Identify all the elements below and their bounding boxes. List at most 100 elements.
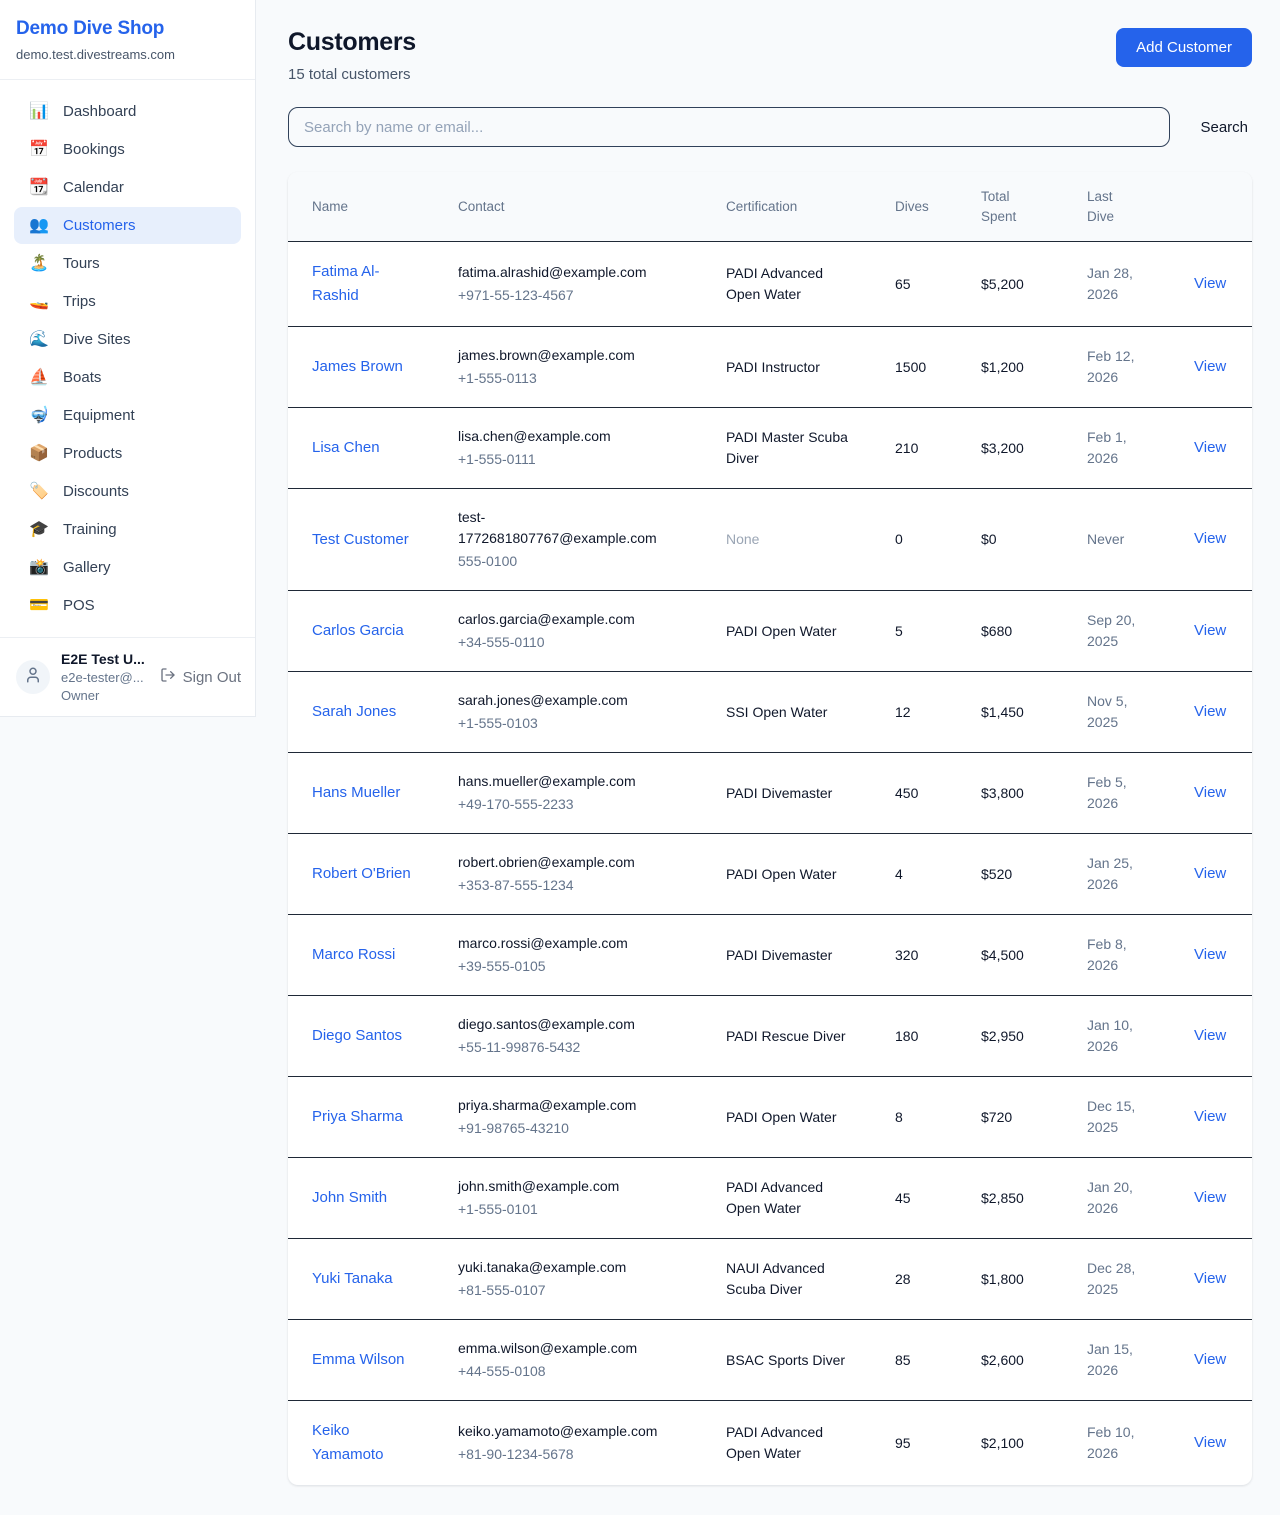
sidebar-item-gallery[interactable]: 📸 Gallery [14,549,241,586]
table-row: Emma Wilson emma.wilson@example.com +44-… [288,1320,1252,1401]
view-customer-link[interactable]: View [1194,622,1226,639]
sidebar-item-products[interactable]: 📦 Products [14,435,241,472]
sidebar-item-bookings[interactable]: 📅 Bookings [14,131,241,168]
customer-name-link[interactable]: Test Customer [312,528,409,552]
customer-total-spent: $2,850 [981,1190,1024,1206]
customers-table-card: NameContactCertificationDivesTotal Spent… [288,172,1252,1485]
sidebar-item-label: Training [63,521,117,538]
view-customer-link[interactable]: View [1194,1434,1226,1451]
customer-dives: 95 [895,1435,911,1451]
customer-dives: 8 [895,1109,903,1125]
customer-name-link[interactable]: Lisa Chen [312,436,380,460]
customer-phone: +1-555-0103 [458,713,702,734]
customer-phone: +971-55-123-4567 [458,285,702,306]
customer-certification: PADI Master Scuba Diver [726,427,848,469]
customer-phone: +55-11-99876-5432 [458,1037,702,1058]
customer-dives: 180 [895,1028,918,1044]
table-row: Hans Mueller hans.mueller@example.com +4… [288,753,1252,834]
sidebar-item-label: Products [63,445,122,462]
customer-email: robert.obrien@example.com [458,852,676,873]
customer-phone: +44-555-0108 [458,1361,702,1382]
sidebar-item-training[interactable]: 🎓 Training [14,511,241,548]
user-name: E2E Test U... [61,651,149,667]
customer-last-dive: Jan 10, 2026 [1087,1015,1145,1057]
view-customer-link[interactable]: View [1194,946,1226,963]
customer-certification: PADI Open Water [726,1107,836,1128]
user-footer: E2E Test U... e2e-tester@... Owner Sign … [0,637,255,716]
customer-phone: +81-555-0107 [458,1280,702,1301]
customer-certification: PADI Advanced Open Water [726,1177,848,1219]
table-row: Sarah Jones sarah.jones@example.com +1-5… [288,672,1252,753]
customer-name-link[interactable]: Sarah Jones [312,700,396,724]
sidebar-item-calendar[interactable]: 📆 Calendar [14,169,241,206]
customer-total-spent: $3,800 [981,785,1024,801]
customer-name-link[interactable]: Diego Santos [312,1024,402,1048]
search-input[interactable] [288,107,1170,147]
customer-last-dive: Never [1087,529,1124,550]
sidebar-nav: 📊 Dashboard 📅 Bookings 📆 Calendar 👥 Cust… [0,79,255,637]
customer-email: james.brown@example.com [458,345,676,366]
customer-name-link[interactable]: Hans Mueller [312,781,400,805]
customer-name-link[interactable]: Robert O'Brien [312,862,411,886]
page-title: Customers [288,28,416,57]
sidebar-item-label: Customers [63,217,136,234]
customer-email: carlos.garcia@example.com [458,609,676,630]
sidebar-item-discounts[interactable]: 🏷️ Discounts [14,473,241,510]
sign-out-button[interactable]: Sign Out [160,667,241,687]
column-header-dives: Dives [895,172,981,242]
customer-last-dive: Nov 5, 2025 [1087,691,1145,733]
customer-name-link[interactable]: Yuki Tanaka [312,1267,393,1291]
sidebar-item-label: Gallery [63,559,111,576]
view-customer-link[interactable]: View [1194,1270,1226,1287]
customer-last-dive: Feb 12, 2026 [1087,346,1145,388]
customer-total-spent: $4,500 [981,947,1024,963]
customer-name-link[interactable]: Carlos Garcia [312,619,404,643]
sidebar-item-dive-sites[interactable]: 🌊 Dive Sites [14,321,241,358]
view-customer-link[interactable]: View [1194,1027,1226,1044]
customer-name-link[interactable]: Keiko Yamamoto [312,1419,412,1467]
sidebar-item-trips[interactable]: 🚤 Trips [14,283,241,320]
view-customer-link[interactable]: View [1194,865,1226,882]
view-customer-link[interactable]: View [1194,784,1226,801]
view-customer-link[interactable]: View [1194,1351,1226,1368]
customer-certification: PADI Advanced Open Water [726,263,848,305]
sidebar-item-customers[interactable]: 👥 Customers [14,207,241,244]
customer-phone: +49-170-555-2233 [458,794,702,815]
table-row: Test Customer test-1772681807767@example… [288,489,1252,591]
sidebar-item-label: Equipment [63,407,135,424]
user-email: e2e-tester@... [61,670,149,685]
column-header-last-dive: Last Dive [1087,172,1194,242]
view-customer-link[interactable]: View [1194,703,1226,720]
training-icon: 🎓 [28,522,50,538]
add-customer-button[interactable]: Add Customer [1116,28,1252,67]
customer-name-link[interactable]: James Brown [312,355,403,379]
sidebar-item-boats[interactable]: ⛵ Boats [14,359,241,396]
customer-name-link[interactable]: Marco Rossi [312,943,395,967]
table-head: NameContactCertificationDivesTotal Spent… [288,172,1252,242]
customer-name-link[interactable]: Emma Wilson [312,1348,405,1372]
table-row: Marco Rossi marco.rossi@example.com +39-… [288,915,1252,996]
sidebar: Demo Dive Shop demo.test.divestreams.com… [0,0,256,717]
sidebar-item-tours[interactable]: 🏝️ Tours [14,245,241,282]
view-customer-link[interactable]: View [1194,1108,1226,1125]
view-customer-link[interactable]: View [1194,1189,1226,1206]
page-header: Customers 15 total customers Add Custome… [288,28,1252,83]
sidebar-item-dashboard[interactable]: 📊 Dashboard [14,93,241,130]
customer-last-dive: Jan 28, 2026 [1087,263,1145,305]
view-customer-link[interactable]: View [1194,275,1226,292]
customer-name-link[interactable]: John Smith [312,1186,387,1210]
sidebar-item-pos[interactable]: 💳 POS [14,587,241,624]
view-customer-link[interactable]: View [1194,439,1226,456]
customer-name-link[interactable]: Priya Sharma [312,1105,403,1129]
bookings-icon: 📅 [28,142,50,158]
view-customer-link[interactable]: View [1194,530,1226,547]
table-row: Lisa Chen lisa.chen@example.com +1-555-0… [288,408,1252,489]
search-button[interactable]: Search [1196,119,1252,136]
sidebar-item-label: Dashboard [63,103,136,120]
sidebar-item-equipment[interactable]: 🤿 Equipment [14,397,241,434]
customer-email: yuki.tanaka@example.com [458,1257,676,1278]
view-customer-link[interactable]: View [1194,358,1226,375]
customers-table-body: Fatima Al-Rashid fatima.alrashid@example… [288,242,1252,1486]
customer-name-link[interactable]: Fatima Al-Rashid [312,260,412,308]
customer-certification: PADI Rescue Diver [726,1026,846,1047]
